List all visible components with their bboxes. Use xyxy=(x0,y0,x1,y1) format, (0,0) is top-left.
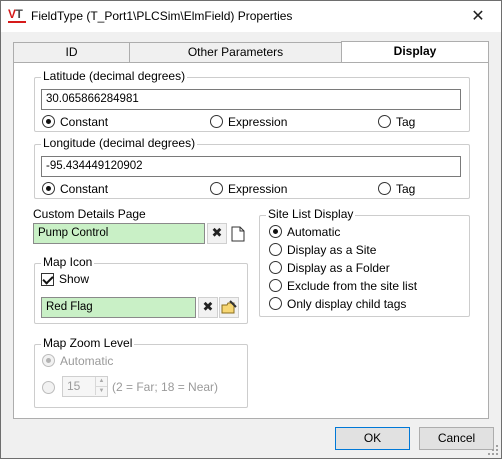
show-map-icon-checkbox[interactable] xyxy=(41,273,54,286)
folder-edit-icon xyxy=(221,300,237,314)
clear-map-icon-button[interactable]: ✖ xyxy=(198,297,218,318)
map-zoom-group: Map Zoom Level Automatic 15 ▲ ▼ (2 = Far… xyxy=(34,336,248,408)
resize-grip-icon[interactable] xyxy=(487,444,499,456)
map-icon-group-title: Map Icon xyxy=(41,255,95,269)
custom-details-label: Custom Details Page xyxy=(33,207,146,221)
radio-indicator xyxy=(378,182,391,195)
radio-indicator xyxy=(269,297,282,310)
radio-indicator xyxy=(269,261,282,274)
tab-strip: ID Other Parameters Display xyxy=(13,41,489,64)
tab-id[interactable]: ID xyxy=(13,42,130,63)
tab-other-parameters[interactable]: Other Parameters xyxy=(129,42,342,63)
zoom-level-spinner[interactable]: 15 ▲ ▼ xyxy=(62,376,108,397)
radio-indicator xyxy=(210,115,223,128)
window-title: FieldType (T_Port1\PLCSim\ElmField) Prop… xyxy=(31,9,293,23)
latitude-group-title: Latitude (decimal degrees) xyxy=(41,69,188,83)
radio-indicator xyxy=(269,243,282,256)
clear-icon: ✖ xyxy=(211,226,223,241)
radio-indicator xyxy=(210,182,223,195)
properties-dialog: VT FieldType (T_Port1\PLCSim\ElmField) P… xyxy=(0,0,502,459)
spin-up-icon[interactable]: ▲ xyxy=(95,377,107,386)
map-zoom-group-title: Map Zoom Level xyxy=(41,336,135,350)
page-icon xyxy=(231,226,245,242)
radio-indicator xyxy=(42,115,55,128)
longitude-group: Longitude (decimal degrees) -95.43444912… xyxy=(34,136,470,199)
custom-details-input[interactable]: Pump Control xyxy=(33,223,205,244)
map-icon-group: Map Icon Show Red Flag ✖ xyxy=(34,255,248,324)
latitude-group: Latitude (decimal degrees) 30.0658662849… xyxy=(34,69,470,132)
browse-page-button[interactable] xyxy=(228,223,248,244)
clear-custom-details-button[interactable]: ✖ xyxy=(207,223,227,244)
site-list-group: Site List Display Automatic Display as a… xyxy=(259,207,470,317)
radio-indicator xyxy=(378,115,391,128)
radio-indicator xyxy=(42,354,55,367)
clear-icon: ✖ xyxy=(202,300,214,315)
close-button[interactable]: ✕ xyxy=(455,1,501,32)
cancel-button[interactable]: Cancel xyxy=(419,427,494,450)
site-list-group-title: Site List Display xyxy=(266,207,356,221)
latitude-input[interactable]: 30.065866284981 xyxy=(41,89,461,110)
map-icon-input[interactable]: Red Flag xyxy=(41,297,196,318)
vtscada-logo-icon: VT xyxy=(8,7,28,25)
ok-button[interactable]: OK xyxy=(335,427,410,450)
longitude-group-title: Longitude (decimal degrees) xyxy=(41,136,198,150)
radio-indicator xyxy=(42,182,55,195)
radio-indicator xyxy=(269,225,282,238)
tab-display[interactable]: Display xyxy=(341,41,489,64)
edit-map-icon-button[interactable] xyxy=(219,297,239,318)
title-bar[interactable]: VT FieldType (T_Port1\PLCSim\ElmField) P… xyxy=(1,1,501,32)
radio-indicator xyxy=(42,381,55,394)
zoom-hint: (2 = Far; 18 = Near) xyxy=(112,380,219,394)
radio-indicator xyxy=(269,279,282,292)
show-map-icon-label: Show xyxy=(59,272,90,286)
longitude-input[interactable]: -95.434449120902 xyxy=(41,156,461,177)
spin-down-icon[interactable]: ▼ xyxy=(95,386,107,395)
display-tab-panel: Latitude (decimal degrees) 30.0658662849… xyxy=(13,62,489,419)
close-icon: ✕ xyxy=(471,6,485,25)
